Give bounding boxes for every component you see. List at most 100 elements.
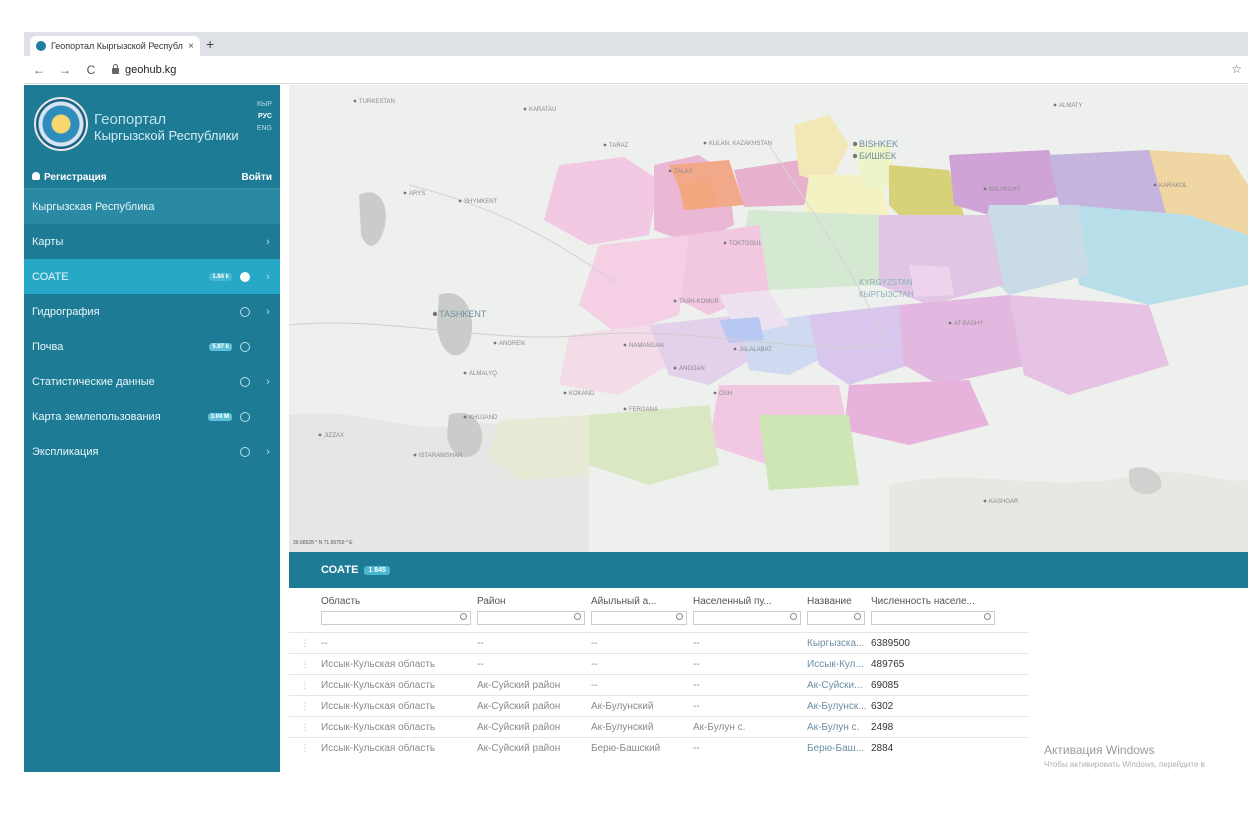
url-field[interactable]: geohub.kg [112,63,176,76]
map-city-dot[interactable] [1153,183,1157,187]
chevron-right-icon[interactable]: › [264,271,272,283]
map-city-dot[interactable] [493,341,497,345]
map-city-dot[interactable] [723,241,727,245]
map-city-dot[interactable] [673,299,677,303]
map-city-dot[interactable] [353,99,357,103]
table-row[interactable]: ⋮ Иссык-Кульская область Ак-Суйский район А… [289,716,1029,737]
map-label: TASHKENT [439,309,487,319]
sidebar-item[interactable]: Статистические данные › [24,364,280,399]
register-link[interactable]: Регистрация [32,172,107,183]
map-city-dot[interactable] [668,169,672,173]
map-city-dot[interactable] [563,391,567,395]
column-header[interactable]: Название [807,596,871,625]
map-city-dot[interactable] [713,391,717,395]
column-filter-input[interactable] [477,611,585,625]
reload-icon[interactable]: C [80,63,102,77]
table-cell: 2884 [871,742,894,754]
row-handle-icon[interactable]: ⋮ [289,722,321,733]
sidebar-item[interactable]: СОАТЕ 1.84 k › [24,259,280,294]
login-link[interactable]: Войти [241,172,272,183]
table-row[interactable]: ⋮ Иссык-Кульская область -- -- -- Иссык-Кул..… [289,653,1029,674]
map-city-dot[interactable] [432,311,438,317]
back-icon[interactable]: ← [28,63,50,77]
map-label: ARYS [409,191,425,197]
layer-toggle[interactable] [240,376,250,387]
map-city-dot[interactable] [703,141,707,145]
search-icon [790,613,797,620]
row-handle-icon[interactable]: ⋮ [289,743,321,754]
map-city-dot[interactable] [413,453,417,457]
map-city-dot[interactable] [603,143,607,147]
row-handle-icon[interactable]: ⋮ [289,701,321,712]
layer-toggle[interactable] [240,341,250,352]
column-header[interactable]: Айыльный а... [591,596,693,625]
column-filter-input[interactable] [321,611,471,625]
map-city-dot[interactable] [948,321,952,325]
sidebar-menu: Кыргызская Республика›Карты›СОАТЕ1.84 k›… [24,189,280,469]
layer-toggle[interactable] [240,446,250,457]
lang-kyr[interactable]: КЫР [257,99,272,111]
map-city-dot[interactable] [983,499,987,503]
user-icon [32,172,40,180]
bookmark-star-icon[interactable]: ☆ [1231,62,1242,76]
layer-toggle[interactable] [240,271,250,282]
brand: Геопортал Кыргызской Республики КЫР РУС … [24,85,280,167]
map-city-dot[interactable] [318,433,322,437]
map-city-dot[interactable] [673,366,677,370]
map-city-dot[interactable] [983,187,987,191]
map-canvas[interactable]: TURKESTAN KARATAU TARAZ KULAN, KAZAKHSTAN BI… [289,85,1248,552]
new-tab-button[interactable]: + [206,36,214,52]
row-handle-icon[interactable]: ⋮ [289,659,321,670]
map-city-dot[interactable] [458,199,462,203]
row-handle-icon[interactable]: ⋮ [289,680,321,691]
map-city-dot[interactable] [623,407,627,411]
column-filter-input[interactable] [871,611,995,625]
lang-eng[interactable]: ENG [257,123,272,135]
map-city-dot[interactable] [852,141,858,147]
tab-close-icon[interactable]: × [188,41,194,52]
chevron-right-icon[interactable]: › [264,236,272,248]
sidebar-item[interactable]: Гидрография › [24,294,280,329]
browser-tab[interactable]: Геопортал Кыргызской Республ × [30,36,200,56]
sidebar-item[interactable]: Карта землепользования3.04 M› [24,399,280,434]
sidebar-item[interactable]: Почва5.97 k› [24,329,280,364]
map-view[interactable]: TURKESTAN KARATAU TARAZ KULAN, KAZAKHSTAN BI… [289,85,1248,552]
column-header[interactable]: Населенный пу... [693,596,807,625]
layer-toggle[interactable] [240,306,250,317]
auth-bar: Регистрация Войти [24,167,280,189]
layer-toggle[interactable] [240,411,250,422]
column-filter-input[interactable] [807,611,865,625]
map-city-dot[interactable] [463,371,467,375]
table-row[interactable]: ⋮ Иссык-Кульская область Ак-Суйский район Б… [289,737,1029,758]
chevron-right-icon[interactable]: › [264,306,272,318]
table-row[interactable]: ⋮ Иссык-Кульская область Ак-Суйский район -… [289,674,1029,695]
table-header: Область Район Айыльный а... Населенный пу..… [289,588,1029,632]
column-header[interactable]: Район [477,596,591,625]
column-header[interactable]: Область [321,596,477,625]
map-city-dot[interactable] [623,343,627,347]
map-city-dot[interactable] [403,191,407,195]
column-header[interactable]: Численность населе... [871,596,1001,625]
chevron-right-icon[interactable]: › [264,446,272,458]
map-city-dot[interactable] [463,415,467,419]
row-handle-icon[interactable]: ⋮ [289,638,321,649]
map-city-dot[interactable] [852,153,858,159]
sidebar-item[interactable]: Кыргызская Республика› [24,189,280,224]
map-city-dot[interactable] [1053,103,1057,107]
map-city-dot[interactable] [523,107,527,111]
map-label: TOKTOGUL [729,241,762,247]
sidebar-item[interactable]: Карты › [24,224,280,259]
lang-rus[interactable]: РУС [257,111,272,123]
sidebar-item[interactable]: Экспликация › [24,434,280,469]
column-filter-input[interactable] [693,611,801,625]
forward-icon[interactable]: → [54,63,76,77]
screenshot-frame: Геопортал Кыргызской Республ × + ← → C g… [24,32,1248,772]
chevron-right-icon[interactable]: › [264,376,272,388]
table-row[interactable]: ⋮ -- -- -- -- Кыргызска... 6389500 [289,632,1029,653]
map-city-dot[interactable] [733,347,737,351]
panel-count-badge: 1 845 [364,565,390,575]
sidebar-item-label: СОАТЕ [32,270,69,283]
column-filter-input[interactable] [591,611,687,625]
table-row[interactable]: ⋮ Иссык-Кульская область Ак-Суйский район А… [289,695,1029,716]
map-label: BISHKEK [859,139,898,149]
